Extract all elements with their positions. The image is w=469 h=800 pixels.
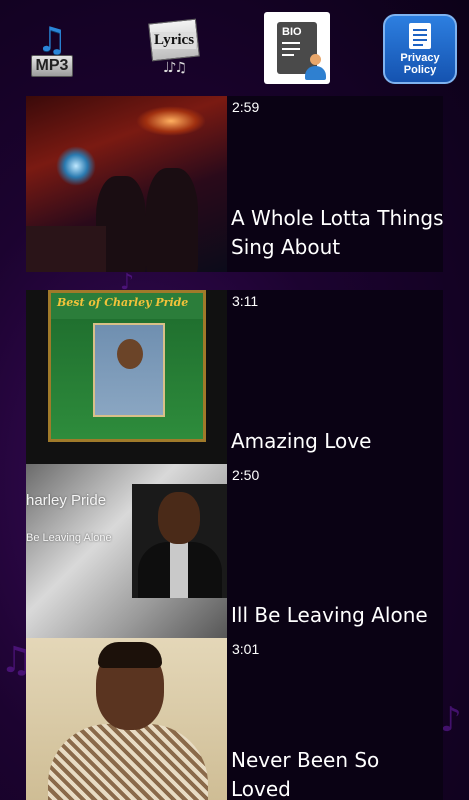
person-icon (303, 54, 327, 80)
song-duration: 3:11 (232, 293, 259, 309)
document-icon (409, 22, 431, 49)
privacy-policy-label: Privacy Policy (400, 51, 440, 76)
mp3-button[interactable]: ♫ MP3 (25, 20, 79, 80)
lyrics-button[interactable]: Lyrics ♩♪♫ (146, 16, 202, 80)
song-title: Amazing Love (231, 429, 372, 453)
song-thumbnail: Best of Charley Pride (26, 290, 227, 466)
song-title: Ill Be Leaving Alone (231, 603, 428, 627)
album-cover-title: Best of Charley Pride (57, 296, 189, 309)
song-thumbnail (26, 96, 227, 272)
song-title: A Whole Lotta Things Sing About (231, 206, 444, 259)
privacy-policy-button[interactable]: Privacy Policy (383, 14, 457, 84)
song-item[interactable]: Best of Charley Pride 3:11 Amazing Love (26, 290, 443, 466)
thumbnail-song-text: Be Leaving Alone (26, 532, 112, 544)
song-thumbnail: harley Pride Be Leaving Alone (26, 464, 227, 640)
notes-decoration-icon: ♩♪♫ (162, 59, 187, 76)
song-item[interactable]: 3:01 Never Been So Loved (26, 638, 443, 800)
lyrics-paper-icon: Lyrics (148, 18, 200, 61)
bio-button[interactable]: BIO (264, 12, 330, 84)
mp3-label: MP3 (30, 55, 74, 77)
song-duration: 3:01 (232, 641, 260, 657)
thumbnail-artist-text: harley Pride (26, 492, 107, 509)
song-duration: 2:59 (232, 99, 260, 115)
lyrics-label: Lyrics (152, 31, 196, 48)
artist-photo (132, 484, 227, 598)
song-item[interactable]: 2:59 A Whole Lotta Things Sing About (26, 96, 444, 272)
bio-document-icon: BIO (277, 22, 326, 80)
song-title: Never Been So Loved (231, 748, 380, 800)
song-thumbnail (26, 638, 227, 800)
album-cover: Best of Charley Pride (48, 290, 206, 442)
song-duration: 2:50 (232, 467, 260, 483)
music-note-icon: ♫ (36, 20, 68, 60)
top-toolbar: ♫ MP3 Lyrics ♩♪♫ BIO Privacy Policy (0, 0, 469, 92)
song-item[interactable]: harley Pride Be Leaving Alone 2:50 Ill B… (26, 464, 443, 640)
bio-label: BIO (282, 26, 302, 38)
